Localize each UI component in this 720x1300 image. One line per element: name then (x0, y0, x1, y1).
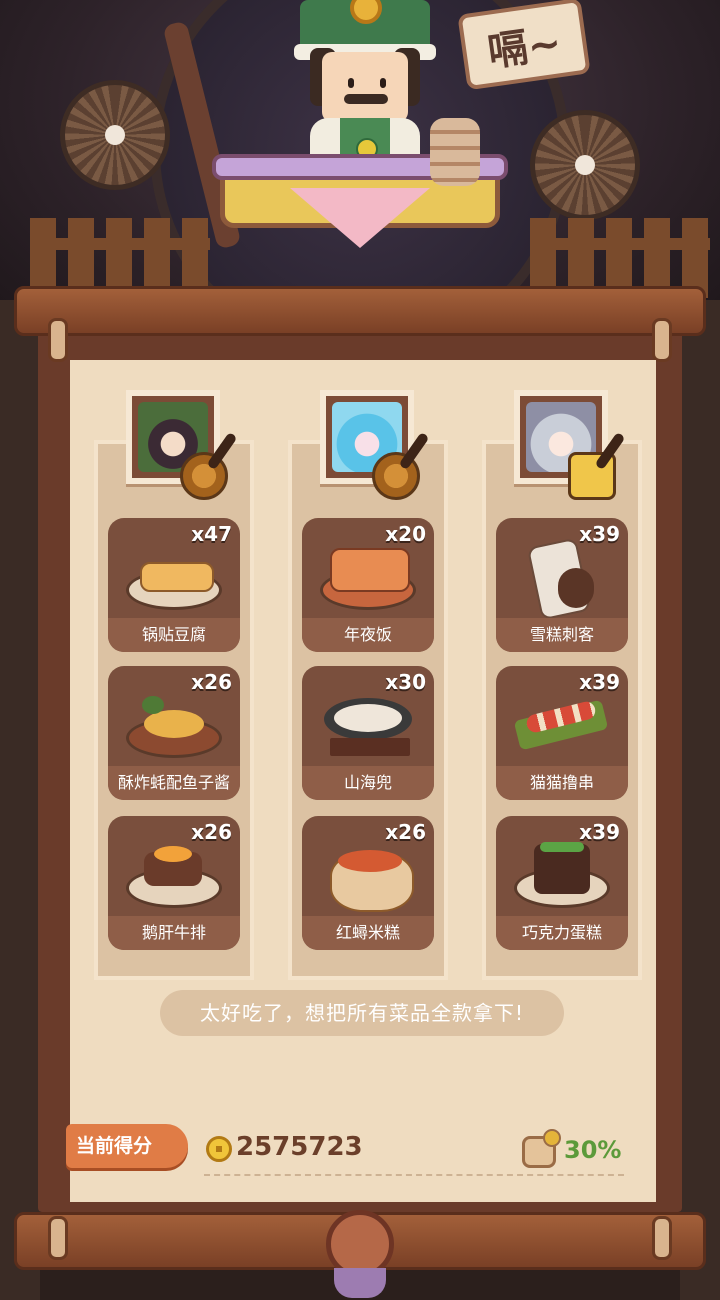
dish-card[interactable]: x39 猫猫撸串 (496, 666, 628, 800)
rod-cap (48, 1216, 68, 1260)
dish-card[interactable]: x26 酥炸蚝配鱼子酱 (108, 666, 240, 800)
dish-count: x26 (191, 820, 232, 844)
dish-card[interactable]: x30 山海兜 (302, 666, 434, 800)
dish-count: x39 (579, 670, 620, 694)
skewers-icon (510, 690, 614, 762)
ladle-icon (180, 452, 228, 500)
dish-name: 雪糕刺客 (496, 618, 628, 652)
dish-count: x20 (385, 522, 426, 546)
face (322, 52, 408, 122)
fan-decoration-left (60, 80, 170, 190)
dish-count: x26 (385, 820, 426, 844)
coin-icon (206, 1136, 232, 1162)
pan-fried-tofu-icon (122, 542, 226, 614)
mustache (344, 94, 388, 104)
dish-count: x39 (579, 820, 620, 844)
dish-name: 酥炸蚝配鱼子酱 (108, 766, 240, 800)
dish-card[interactable]: x39 巧克力蛋糕 (496, 816, 628, 950)
reunion-dinner-icon (316, 542, 420, 614)
tassel (334, 1268, 386, 1298)
eye (380, 78, 386, 88)
wall-right (680, 300, 720, 1300)
bonus-percent: 30% (564, 1136, 622, 1164)
guest-comment: 太好吃了，想把所有菜品全款拿下! (160, 990, 564, 1036)
dish-name: 红蟳米糕 (302, 916, 434, 950)
ice-cream-bar-icon (510, 537, 614, 621)
dish-card[interactable]: x47 锅贴豆腐 (108, 518, 240, 652)
rod-cap (48, 318, 68, 362)
bonus-boost-icon (522, 1129, 561, 1168)
dish-count: x47 (191, 522, 232, 546)
dish-card[interactable]: x26 鹅肝牛排 (108, 816, 240, 950)
fried-oyster-icon (122, 690, 226, 762)
ladle-icon (372, 452, 420, 500)
spatula-icon (568, 452, 616, 500)
dish-name: 锅贴豆腐 (108, 618, 240, 652)
dish-name: 山海兜 (302, 766, 434, 800)
chocolate-cake-icon (510, 840, 614, 912)
dish-card[interactable]: x39 雪糕刺客 (496, 518, 628, 652)
speech-text: 嗝~ (484, 20, 565, 76)
rod-cap (652, 318, 672, 362)
dish-count: x39 (579, 522, 620, 546)
dish-count: x26 (191, 670, 232, 694)
dish-name: 年夜饭 (302, 618, 434, 652)
scroll-rod-top (14, 286, 706, 336)
dish-name: 鹅肝牛排 (108, 916, 240, 950)
dish-name: 猫猫撸串 (496, 766, 628, 800)
dumplings-icon (316, 690, 420, 762)
score-label-tag: 当前得分 (66, 1124, 188, 1168)
score-value: 2575723 (236, 1132, 363, 1162)
wall-left (0, 300, 40, 1300)
dish-card[interactable]: x20 年夜饭 (302, 518, 434, 652)
dish-count: x30 (385, 670, 426, 694)
dish-card[interactable]: x26 红蟳米糕 (302, 816, 434, 950)
foie-gras-steak-icon (122, 840, 226, 912)
plate-stack-icon (430, 118, 480, 186)
divider (204, 1174, 624, 1176)
rod-cap (652, 1216, 672, 1260)
dish-name: 巧克力蛋糕 (496, 916, 628, 950)
crab-rice-cake-icon (316, 840, 420, 912)
fan-decoration-right (530, 110, 640, 220)
eye (348, 78, 354, 88)
